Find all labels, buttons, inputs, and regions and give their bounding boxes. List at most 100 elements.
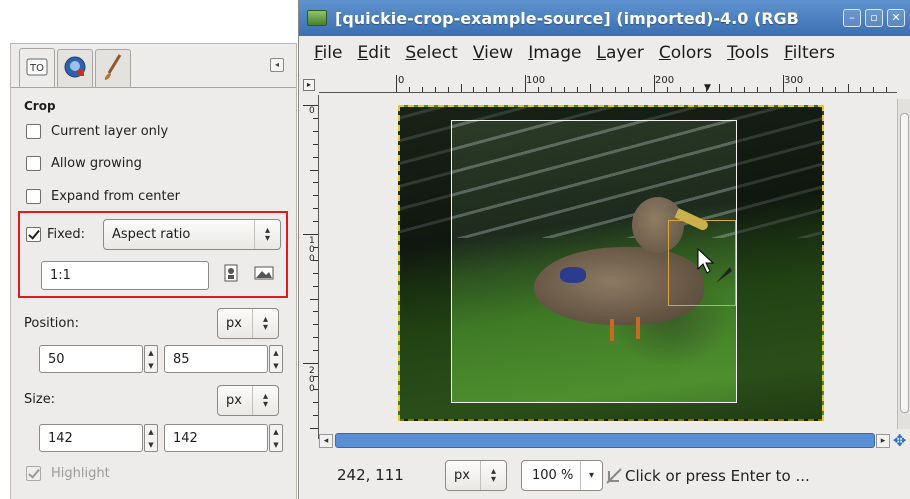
allow-growing-row[interactable]: Allow growing (26, 156, 142, 171)
size-unit-value: px (226, 393, 242, 408)
position-y-stepper[interactable]: ▲ ▼ (269, 345, 283, 373)
landscape-button[interactable] (254, 266, 274, 284)
menu-filters[interactable]: Filters (784, 43, 835, 63)
image-canvas[interactable] (398, 105, 824, 421)
ruler-tick (313, 414, 318, 416)
dock-tab-strip: TO ◂ (11, 44, 296, 88)
position-unit-select[interactable]: px ▴ ▾ (217, 308, 279, 339)
panel-menu-button[interactable]: ◂ (270, 58, 284, 72)
current-layer-only-label: Current layer only (51, 124, 169, 139)
status-message: Click or press Enter to ... (625, 467, 810, 485)
tab-device-status[interactable] (57, 49, 93, 87)
ruler-tick (313, 350, 318, 352)
window-titlebar[interactable]: [quickie-crop-example-source] (imported)… (299, 0, 910, 36)
highlight-row[interactable]: Highlight (26, 466, 110, 481)
landscape-icon (254, 266, 274, 284)
position-y-field[interactable]: 85 (164, 345, 268, 373)
vertical-scrollbar[interactable] (897, 99, 910, 429)
menu-colors[interactable]: Colors (659, 43, 712, 63)
ruler-label: 0 (309, 106, 315, 116)
position-x-field[interactable]: 50 (39, 345, 143, 373)
menubar: File Edit Select View Image Layer Colors… (299, 36, 910, 70)
menu-select[interactable]: Select (405, 43, 457, 63)
ratio-entry[interactable]: 1:1 (41, 261, 209, 290)
minimize-icon: – (849, 11, 855, 24)
crop-shade-right (737, 120, 822, 403)
pointer-coordinates: 242, 111 (337, 466, 404, 484)
size-unit-select[interactable]: px ▴ ▾ (217, 385, 279, 416)
current-layer-only-checkbox[interactable] (26, 124, 41, 139)
zoom-select[interactable]: 100 % ▾ (521, 460, 603, 491)
scroll-left-button[interactable]: ◂ (319, 434, 333, 448)
ruler-tick (313, 156, 318, 158)
ruler-tick (731, 87, 733, 92)
ruler-tick (313, 285, 318, 287)
spin-up-icon: ▲ (148, 427, 154, 436)
allow-growing-checkbox[interactable] (26, 156, 41, 171)
ruler-tick (313, 208, 318, 210)
tab-tool-options[interactable]: TO (19, 48, 55, 88)
gimp-app-icon (307, 10, 327, 26)
menu-tools[interactable]: Tools (727, 43, 769, 63)
menu-file[interactable]: File (314, 43, 342, 63)
portrait-button[interactable] (221, 264, 241, 286)
ruler-label: 200 (309, 366, 315, 394)
quick-mask-toggle[interactable]: ▸ (303, 79, 315, 91)
portrait-icon (224, 264, 238, 286)
horizontal-ruler[interactable]: 0 100 200 300 ▼ (319, 75, 897, 93)
current-layer-only-row[interactable]: Current layer only (26, 124, 168, 139)
status-unit-select[interactable]: px ▴ ▾ (445, 460, 507, 491)
menu-view[interactable]: View (473, 43, 513, 63)
ruler-tick (860, 87, 862, 92)
size-height-stepper[interactable]: ▲ ▼ (269, 424, 283, 452)
spin-up-icon: ▲ (273, 348, 279, 357)
crop-shade-top (400, 107, 822, 120)
ruler-tick (313, 401, 318, 403)
scroll-right-button[interactable]: ▸ (876, 434, 890, 448)
spin-up-icon: ▲ (148, 348, 154, 357)
tab-brushes[interactable] (95, 49, 131, 87)
size-width-stepper[interactable]: ▲ ▼ (144, 424, 158, 452)
vertical-scroll-thumb[interactable] (900, 113, 909, 413)
menu-edit[interactable]: Edit (357, 43, 390, 63)
ruler-tick (589, 84, 591, 92)
expand-from-center-checkbox[interactable] (26, 189, 41, 204)
size-width-field[interactable]: 142 (39, 424, 143, 452)
minimize-button[interactable]: – (843, 9, 861, 27)
vertical-ruler[interactable]: 0 100 200 (303, 95, 319, 439)
canvas-area[interactable]: ▸ 0 100 200 300 ▼ 0 100 200 (299, 71, 910, 449)
ruler-tick (808, 87, 810, 92)
ruler-tick (310, 298, 318, 300)
position-x-stepper[interactable]: ▲ ▼ (144, 345, 158, 373)
ruler-tick (537, 87, 539, 92)
ruler-tick (628, 87, 630, 92)
ruler-tick (313, 195, 318, 197)
fixed-label: Fixed: (47, 227, 86, 242)
fixed-mode-select[interactable]: Aspect ratio ▴ ▾ (103, 219, 281, 250)
maximize-button[interactable]: ▫ (865, 9, 883, 27)
ruler-tick (460, 84, 462, 92)
ratio-value: 1:1 (50, 268, 71, 283)
size-height-field[interactable]: 142 (164, 424, 268, 452)
expand-from-center-row[interactable]: Expand from center (26, 189, 180, 204)
close-button[interactable]: ✕ (887, 9, 905, 27)
highlight-checkbox[interactable] (26, 466, 41, 481)
position-unit-value: px (226, 316, 242, 331)
ruler-tick (563, 87, 565, 92)
position-x-value: 50 (48, 351, 65, 367)
fixed-checkbox[interactable] (26, 227, 41, 242)
horizontal-scrollbar[interactable] (335, 433, 875, 448)
ruler-tick (757, 87, 759, 92)
crop-tool-icon (605, 467, 625, 489)
image-window: [quickie-crop-example-source] (imported)… (298, 0, 910, 499)
size-height-value: 142 (173, 430, 198, 446)
chevron-right-icon: ▸ (880, 436, 886, 446)
ruler-tick (499, 87, 501, 92)
menu-image[interactable]: Image (528, 43, 581, 63)
navigate-icon[interactable]: ✥ (893, 432, 910, 450)
statusbar: 242, 111 px ▴ ▾ 100 % ▾ Click or press En… (299, 452, 910, 499)
ruler-tick (705, 87, 707, 92)
fixed-row[interactable]: Fixed: (26, 227, 85, 242)
menu-layer[interactable]: Layer (596, 43, 643, 63)
ruler-tick (847, 84, 849, 92)
